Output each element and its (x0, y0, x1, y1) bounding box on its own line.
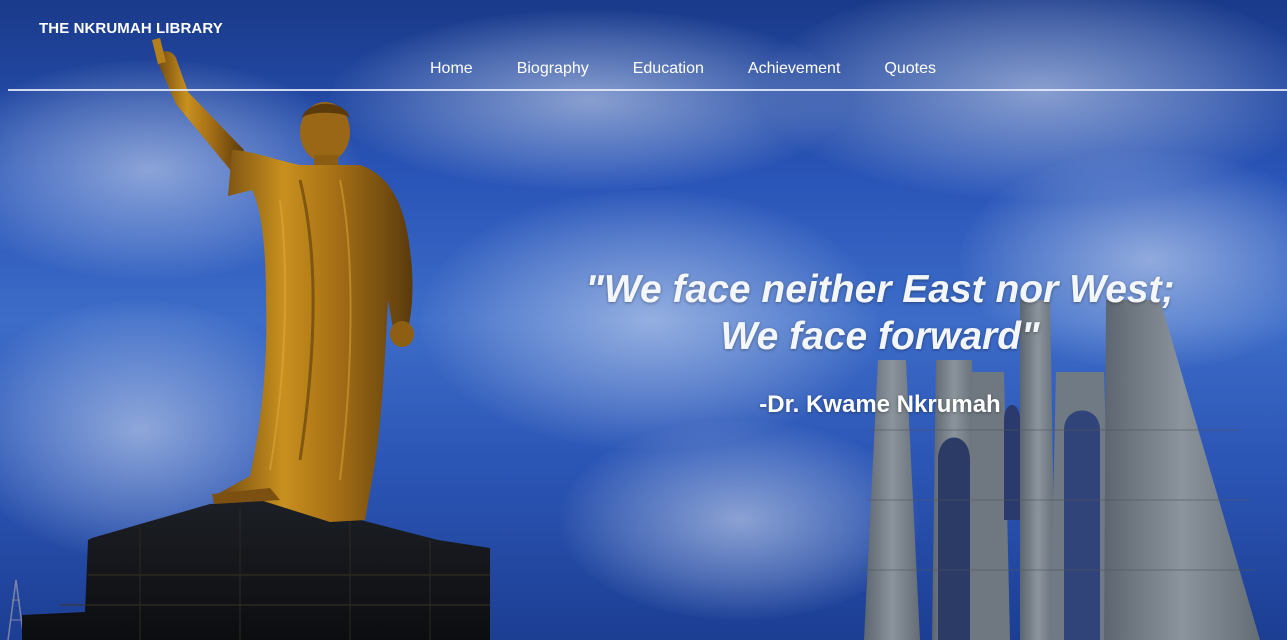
quote-line: "We face neither East nor West; (585, 268, 1175, 311)
hero-section: THE NKRUMAH LIBRARY Home Biography Educa… (0, 0, 1287, 640)
nav-link-home[interactable]: Home (408, 60, 495, 78)
nav-link-biography[interactable]: Biography (495, 60, 611, 78)
quote-line: We face forward" (720, 315, 1040, 358)
quote-author: -Dr. Kwame Nkrumah (759, 391, 1001, 418)
site-title[interactable]: THE NKRUMAH LIBRARY (39, 20, 223, 37)
statue (152, 38, 414, 522)
main-nav: Home Biography Education Achievement Quo… (408, 60, 958, 78)
nav-link-education[interactable]: Education (611, 60, 726, 78)
header-divider (8, 89, 1287, 91)
nav-link-achievement[interactable]: Achievement (726, 60, 863, 78)
radio-tower (7, 579, 25, 640)
nav-link-quotes[interactable]: Quotes (862, 60, 958, 78)
hero-quote: "We face neither East nor West; We face … (500, 266, 1260, 360)
pedestal (22, 500, 490, 640)
